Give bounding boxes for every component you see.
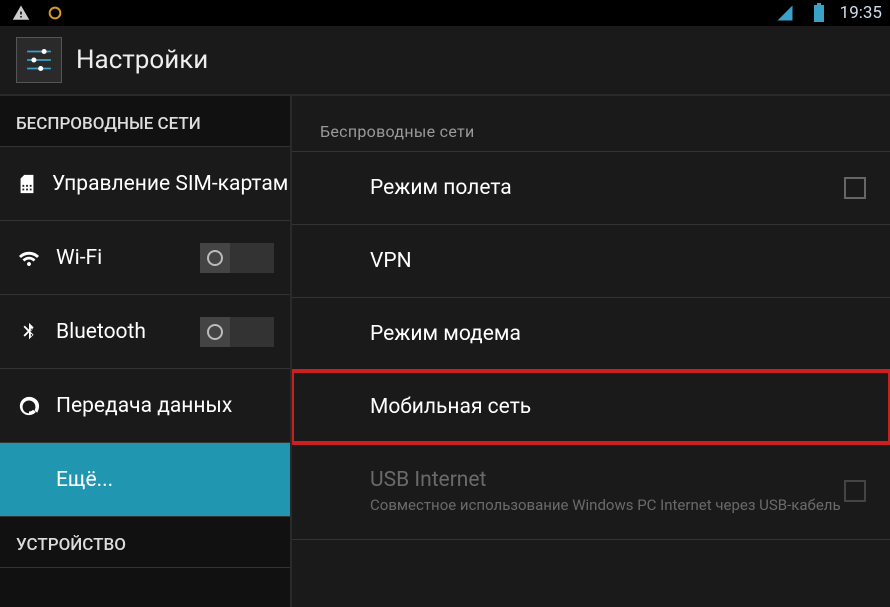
wifi-icon [16, 245, 42, 271]
warning-icon [8, 0, 34, 26]
sidebar-item-sim-management[interactable]: Управление SIM-картам [0, 147, 290, 221]
sidebar-item-label: Управление SIM-картам [52, 172, 288, 196]
status-time: 19:35 [840, 3, 882, 23]
sidebar-section-wireless: БЕСПРОВОДНЫЕ СЕТИ [0, 96, 290, 147]
bluetooth-toggle[interactable] [200, 317, 274, 347]
bluetooth-icon [16, 319, 42, 345]
sidebar-item-label: Bluetooth [56, 320, 146, 344]
sidebar-item-label: Ещё... [56, 468, 113, 492]
sidebar-item-label: Передача данных [56, 394, 232, 418]
main-item-vpn[interactable]: VPN [292, 225, 890, 298]
content-area: БЕСПРОВОДНЫЕ СЕТИ Управление SIM-картам … [0, 96, 890, 607]
main-item-label: Режим модема [370, 322, 521, 346]
main-item-label: Режим полета [370, 176, 512, 200]
page-title: Настройки [76, 45, 208, 75]
main-section-title: Беспроводные сети [292, 96, 890, 151]
signal-icon [772, 0, 798, 26]
sidebar-item-label: Wi-Fi [56, 246, 102, 270]
battery-icon [806, 0, 832, 26]
sim-icon [16, 171, 38, 197]
main-item-label: Мобильная сеть [370, 395, 531, 419]
main-item-subtitle: Совместное использование Windows PC Inte… [370, 496, 862, 515]
main-item-label: VPN [370, 249, 412, 273]
data-usage-icon [16, 393, 42, 419]
settings-icon [16, 37, 62, 83]
sidebar-item-data-usage[interactable]: Передача данных [0, 369, 290, 443]
circle-icon [42, 0, 68, 26]
usb-internet-checkbox [844, 480, 866, 502]
sidebar-item-bluetooth[interactable]: Bluetooth [0, 295, 290, 369]
main-list: Режим полета VPN Режим модема Мобильная … [292, 152, 890, 540]
wifi-toggle[interactable] [200, 243, 274, 273]
sidebar-section-device: УСТРОЙСТВО [0, 517, 290, 568]
main-item-label: USB Internet [370, 468, 862, 492]
sidebar-item-more[interactable]: Ещё... [0, 443, 290, 517]
sidebar-item-wifi[interactable]: Wi-Fi [0, 221, 290, 295]
main-panel: Беспроводные сети Режим полета VPN Режим… [292, 96, 890, 607]
app-title-bar: Настройки [0, 26, 890, 96]
main-item-tethering[interactable]: Режим модема [292, 298, 890, 371]
toggle-knob [200, 317, 230, 347]
sidebar: БЕСПРОВОДНЫЕ СЕТИ Управление SIM-картам … [0, 96, 292, 607]
status-bar: 19:35 [0, 0, 890, 26]
main-item-mobile-network[interactable]: Мобильная сеть [292, 371, 890, 444]
airplane-mode-checkbox[interactable] [844, 177, 866, 199]
toggle-knob [200, 243, 230, 273]
empty-icon [16, 467, 42, 493]
main-item-usb-internet: USB Internet Совместное использование Wi… [292, 444, 890, 540]
main-item-airplane-mode[interactable]: Режим полета [292, 152, 890, 225]
